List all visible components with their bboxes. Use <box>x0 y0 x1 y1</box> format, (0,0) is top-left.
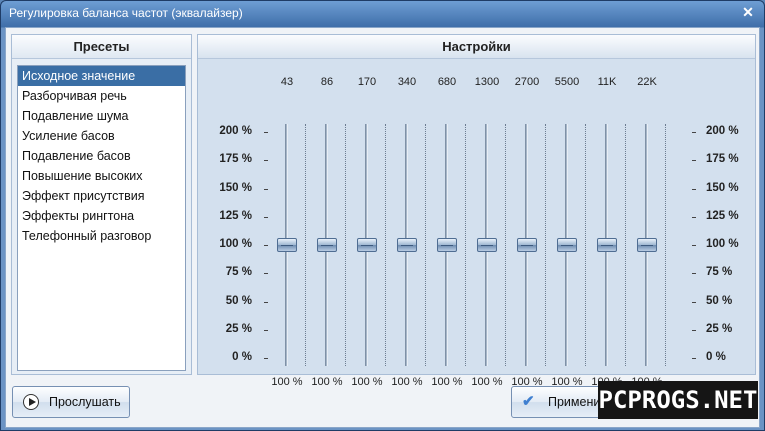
scale-label-right: 50 % <box>706 294 733 307</box>
band-gridline <box>465 124 466 366</box>
preset-item[interactable]: Подавление шума <box>18 106 185 126</box>
scale-tick <box>692 301 696 303</box>
scale-tick <box>264 273 268 275</box>
band-frequency-label: 1300 <box>474 76 500 88</box>
watermark: PCPROGS.NET <box>598 381 758 419</box>
scale-label-left: 150 % <box>219 181 252 194</box>
scale-tick <box>264 132 268 133</box>
equalizer-area: 200 % 200 % 175 % 175 % 150 % 150 % 125 % 125 %… <box>198 60 755 388</box>
scale-tick <box>692 160 696 162</box>
presets-panel: Пресеты Исходное значение Разборчивая реч… <box>11 34 192 375</box>
scale-tick <box>692 216 696 218</box>
scale-label-right: 0 % <box>706 351 726 363</box>
preset-item[interactable]: Повышение высоких <box>18 166 185 186</box>
band-frequency-label: 5500 <box>554 76 580 88</box>
band-frequency-label: 11K <box>597 76 617 88</box>
band-value-label: 100 % <box>471 376 503 388</box>
band-slider-thumb[interactable] <box>477 238 497 252</box>
band-frequency-label: 22K <box>637 76 657 88</box>
band-frequency-label: 86 <box>320 76 334 88</box>
scale-tick <box>692 245 696 246</box>
scale-tick <box>264 329 268 331</box>
preset-list[interactable]: Исходное значение Разборчивая речь Подавле… <box>17 65 186 371</box>
window-title: Регулировка баланса частот (эквалайзер) <box>9 6 243 20</box>
scale-label-left: 75 % <box>225 266 252 279</box>
band-slider-thumb[interactable] <box>597 238 617 252</box>
scale-tick <box>692 273 696 275</box>
settings-header: Настройки <box>198 35 755 59</box>
preset-item[interactable]: Эффект присутствия <box>18 186 185 206</box>
play-icon <box>23 394 39 410</box>
band-value-label: 100 % <box>351 376 383 388</box>
band-frequency-label: 43 <box>280 76 294 88</box>
scale-tick <box>692 132 696 133</box>
band-slider-thumb[interactable] <box>317 238 337 252</box>
scale-label-left: 175 % <box>219 153 252 166</box>
band-frequency-label: 340 <box>397 76 417 88</box>
scale-tick <box>264 245 268 246</box>
scale-label-right: 175 % <box>706 153 739 166</box>
scale-label-left: 25 % <box>225 322 252 335</box>
settings-panel: Настройки 200 % 200 % 175 % 175 % 150 % 150 %… <box>197 34 756 388</box>
band-gridline <box>545 124 546 366</box>
band-gridline <box>625 124 626 366</box>
band-slider-thumb[interactable] <box>357 238 377 252</box>
scale-label-left: 200 % <box>219 125 252 137</box>
equalizer-window: Регулировка баланса частот (эквалайзер) … <box>0 0 765 431</box>
scale-tick <box>264 160 268 162</box>
scale-label-right: 150 % <box>706 181 739 194</box>
preset-item[interactable]: Разборчивая речь <box>18 86 185 106</box>
scale-tick <box>264 216 268 218</box>
scale-label-left: 100 % <box>219 238 252 250</box>
band-slider-thumb[interactable] <box>557 238 577 252</box>
band-gridline <box>385 124 386 366</box>
scale-label-right: 100 % <box>706 238 739 250</box>
band-slider-thumb[interactable] <box>637 238 657 252</box>
band-slider-thumb[interactable] <box>517 238 537 252</box>
band-value-label: 100 % <box>271 376 303 388</box>
preset-item[interactable]: Телефонный разговор <box>18 226 185 246</box>
band-frequency-label: 170 <box>357 76 377 88</box>
scale-tick <box>264 301 268 303</box>
band-slider-thumb[interactable] <box>397 238 417 252</box>
listen-button[interactable]: Прослушать <box>12 386 130 418</box>
title-bar[interactable]: Регулировка баланса частот (эквалайзер) … <box>1 1 764 27</box>
band-gridline <box>585 124 586 366</box>
preset-item[interactable]: Подавление басов <box>18 146 185 166</box>
preset-item[interactable]: Исходное значение <box>18 66 185 86</box>
listen-button-label: Прослушать <box>49 395 121 409</box>
scale-tick <box>692 329 696 331</box>
band-frequency-label: 680 <box>437 76 457 88</box>
scale-label-left: 125 % <box>219 209 252 222</box>
scale-label-left: 50 % <box>225 294 252 307</box>
band-gridline <box>505 124 506 366</box>
scale-label-right: 75 % <box>706 266 733 279</box>
band-frequency-label: 2700 <box>514 76 540 88</box>
band-value-label: 100 % <box>391 376 423 388</box>
band-value-label: 100 % <box>311 376 343 388</box>
band-gridline <box>665 124 666 366</box>
band-gridline <box>425 124 426 366</box>
preset-item[interactable]: Эффекты рингтона <box>18 206 185 226</box>
band-gridline <box>345 124 346 366</box>
presets-header: Пресеты <box>12 35 191 59</box>
scale-tick <box>692 188 696 190</box>
scale-label-right: 125 % <box>706 209 739 222</box>
band-slider-thumb[interactable] <box>437 238 457 252</box>
scale-label-right: 200 % <box>706 125 739 137</box>
band-value-label: 100 % <box>431 376 463 388</box>
band-slider-thumb[interactable] <box>277 238 297 252</box>
scale-tick <box>264 188 268 190</box>
scale-label-right: 25 % <box>706 322 733 335</box>
close-icon[interactable]: ✕ <box>740 4 756 20</box>
dialog-client-area: Пресеты Исходное значение Разборчивая реч… <box>5 27 760 428</box>
preset-item[interactable]: Усиление басов <box>18 126 185 146</box>
band-gridline <box>305 124 306 366</box>
scale-label-left: 0 % <box>232 351 252 363</box>
scale-tick <box>264 358 268 359</box>
scale-tick <box>692 358 696 359</box>
checkmark-icon: ✔ <box>522 393 535 410</box>
